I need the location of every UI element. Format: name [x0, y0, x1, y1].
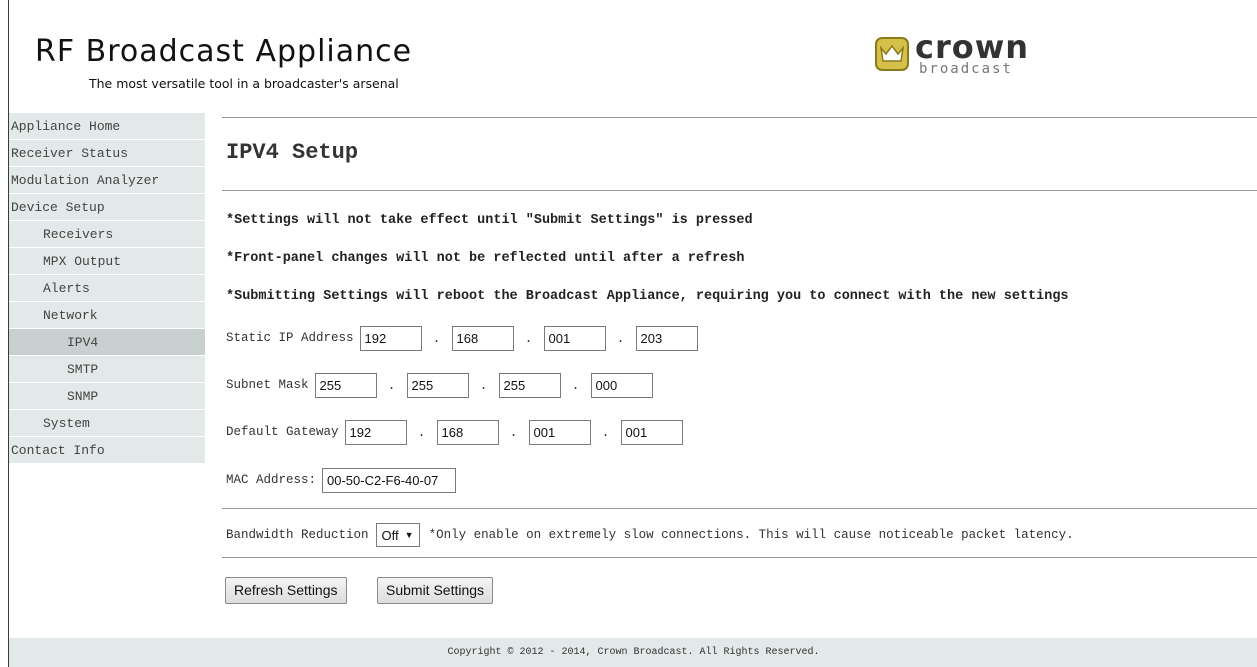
subnet-mask-label: Subnet Mask [226, 378, 309, 392]
static-ip-octet-3[interactable] [543, 325, 606, 351]
sidebar-item-ipv4[interactable]: IPV4 [9, 329, 205, 356]
octet-separator: . [432, 330, 441, 346]
static-ip-label: Static IP Address [226, 331, 354, 345]
note-submit: *Settings will not take effect until "Su… [226, 213, 753, 228]
divider [222, 117, 1257, 118]
static-ip-row: Static IP Address . . . [226, 325, 698, 351]
divider [222, 557, 1257, 558]
sidebar-item-modulation-analyzer[interactable]: Modulation Analyzer [9, 167, 205, 194]
bandwidth-row: Bandwidth Reduction Off ▼ *Only enable o… [226, 522, 1074, 548]
octet-separator: . [509, 424, 518, 440]
octet-separator: . [479, 377, 488, 393]
note-refresh: *Front-panel changes will not be reflect… [226, 251, 745, 266]
octet-separator: . [524, 330, 533, 346]
bandwidth-label: Bandwidth Reduction [226, 528, 369, 542]
divider [222, 508, 1257, 509]
bandwidth-select[interactable]: Off ▼ [375, 523, 420, 547]
mac-address-row: MAC Address: [226, 467, 457, 493]
octet-separator: . [601, 424, 610, 440]
sidebar-item-snmp[interactable]: SNMP [9, 383, 205, 410]
note-reboot: *Submitting Settings will reboot the Bro… [226, 289, 1069, 304]
bandwidth-selected-value: Off [381, 527, 399, 543]
mac-address-field[interactable] [322, 467, 457, 493]
sidebar-item-system[interactable]: System [9, 410, 205, 437]
bandwidth-note: *Only enable on extremely slow connectio… [428, 528, 1074, 542]
sidebar-item-mpx-output[interactable]: MPX Output [9, 248, 205, 275]
sidebar-item-receiver-status[interactable]: Receiver Status [9, 140, 205, 167]
divider [222, 190, 1257, 191]
octet-separator: . [616, 330, 625, 346]
mac-address-label: MAC Address: [226, 473, 317, 487]
submit-settings-button[interactable]: Submit Settings [377, 577, 494, 604]
subnet-octet-4[interactable] [590, 372, 653, 398]
chevron-down-icon: ▼ [404, 530, 414, 540]
sidebar-item-appliance-home[interactable]: Appliance Home [9, 113, 205, 140]
static-ip-octet-1[interactable] [359, 325, 422, 351]
sidebar-item-smtp[interactable]: SMTP [9, 356, 205, 383]
gateway-octet-4[interactable] [620, 419, 683, 445]
subnet-mask-row: Subnet Mask . . . [226, 372, 653, 398]
subnet-octet-1[interactable] [314, 372, 377, 398]
sidebar-item-network[interactable]: Network [9, 302, 205, 329]
sidebar-item-receivers[interactable]: Receivers [9, 221, 205, 248]
gateway-octet-3[interactable] [528, 419, 591, 445]
sidebar-nav: Appliance Home Receiver Status Modulatio… [9, 113, 205, 464]
sidebar-item-alerts[interactable]: Alerts [9, 275, 205, 302]
page-title: IPV4 Setup [226, 140, 359, 165]
gateway-octet-2[interactable] [436, 419, 499, 445]
default-gateway-label: Default Gateway [226, 425, 339, 439]
octet-separator: . [387, 377, 396, 393]
subnet-octet-2[interactable] [406, 372, 469, 398]
gateway-octet-1[interactable] [344, 419, 407, 445]
main-content: IPV4 Setup *Settings will not take effec… [222, 0, 1257, 667]
octet-separator: . [417, 424, 426, 440]
static-ip-octet-2[interactable] [451, 325, 514, 351]
refresh-settings-button[interactable]: Refresh Settings [225, 577, 347, 604]
app-frame: RF Broadcast Appliance The most versatil… [8, 0, 1257, 667]
sidebar-item-contact-info[interactable]: Contact Info [9, 437, 205, 464]
subnet-octet-3[interactable] [498, 372, 561, 398]
default-gateway-row: Default Gateway . . . [226, 419, 683, 445]
octet-separator: . [571, 377, 580, 393]
static-ip-octet-4[interactable] [635, 325, 698, 351]
sidebar-item-device-setup[interactable]: Device Setup [9, 194, 205, 221]
footer-copyright: Copyright © 2012 - 2014, Crown Broadcast… [9, 638, 1257, 667]
